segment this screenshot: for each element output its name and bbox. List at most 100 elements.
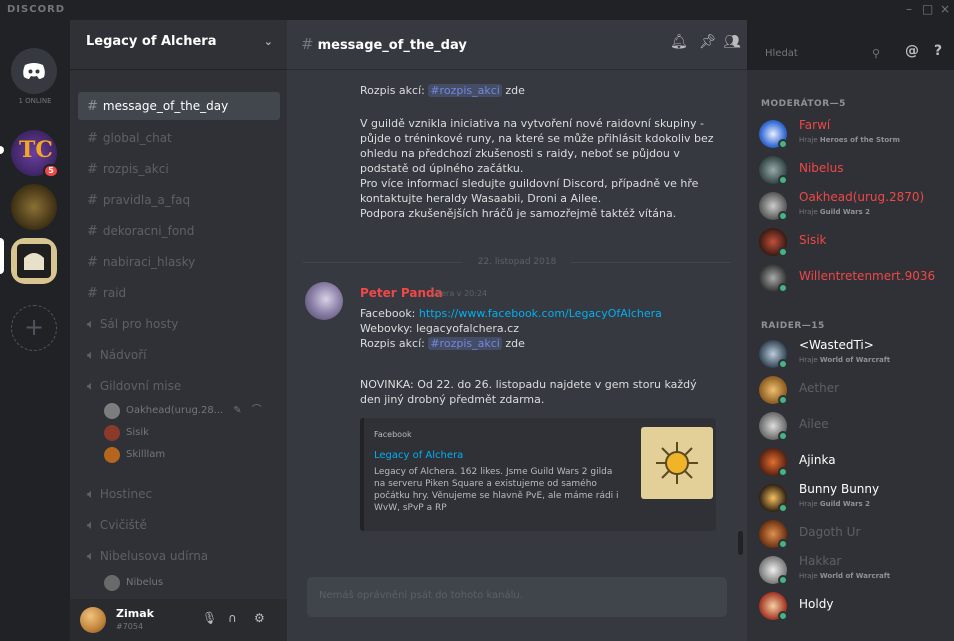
member-name: Ajinka <box>799 453 836 467</box>
channel-pravidla-a-faq[interactable]: # pravidla_a_faq <box>78 186 280 214</box>
channel-label: raid <box>102 286 127 300</box>
avatar <box>104 447 120 463</box>
embed-thumbnail[interactable] <box>641 427 713 499</box>
hash-icon: # <box>87 224 98 239</box>
message-body: Facebook: https://www.facebook.com/Legac… <box>360 306 662 351</box>
voice-channel-gildovni-mise[interactable]: 🔈︎ Gildovní mise <box>78 372 280 400</box>
server-gold-emblem[interactable] <box>11 184 57 230</box>
member-item[interactable]: Nibelus <box>759 152 949 188</box>
status-online-icon <box>778 395 788 405</box>
member-name: Bunny Bunny <box>799 482 880 496</box>
channel-title: message_of_the_day <box>317 38 467 53</box>
bell-icon[interactable]: 🔔︎ <box>670 34 688 50</box>
close-button[interactable]: × <box>940 2 950 16</box>
channel-mention[interactable]: #rozpis_akci <box>428 337 502 350</box>
chat-area: # message_of_the_day 🔔︎ 📌︎ 👥︎ Rozpis akcí… <box>287 20 747 641</box>
member-name: Hakkar <box>799 554 842 568</box>
member-item[interactable]: Willentretenmert.9036 <box>759 260 949 296</box>
member-item[interactable]: Ailee <box>759 408 949 444</box>
maximize-button[interactable]: □ <box>922 2 933 16</box>
status-online-icon <box>778 359 788 369</box>
headphones-icon[interactable]: ∩ <box>228 611 237 625</box>
avatar[interactable] <box>305 282 343 320</box>
gear-icon[interactable]: ⚙ <box>254 611 265 625</box>
member-item[interactable]: <WastedTi> Hraje World of Warcraft <box>759 336 949 372</box>
member-name: Ailee <box>799 417 829 431</box>
pin-icon[interactable]: 📌︎ <box>699 34 717 50</box>
channel-rozpis-akci[interactable]: # rozpis_akci <box>78 155 280 183</box>
member-item[interactable]: Holdy <box>759 588 949 624</box>
message-text: Pro více informací sledujte guildovní Di… <box>360 177 699 190</box>
microphone-icon[interactable]: 🎙︎ <box>202 611 217 625</box>
embed-title[interactable]: Legacy of Alchera <box>374 450 463 461</box>
message-input[interactable]: Nemáš oprávnění psát do tohoto kanálu. <box>307 577 727 617</box>
voice-channel-sal-pro-hosty[interactable]: 🔈︎ Sál pro hosty <box>78 310 280 338</box>
member-item[interactable]: Ajinka <box>759 444 949 480</box>
channel-label: Sál pro hosty <box>99 317 179 331</box>
role-header: MODERÁTOR—5 <box>761 99 846 109</box>
speaker-icon: 🔈︎ <box>87 348 95 363</box>
mention-badge: 5 <box>43 164 59 178</box>
hash-icon: # <box>87 193 98 208</box>
member-item[interactable]: Sisik <box>759 224 949 260</box>
member-item[interactable]: Hakkar Hraje World of Warcraft <box>759 552 949 588</box>
facebook-link[interactable]: https://www.facebook.com/LegacyOfAlchera <box>419 307 662 320</box>
voice-user[interactable]: Oakhead(urug.28... ✎ ⌒ <box>104 400 262 422</box>
members-icon[interactable]: 👥︎ <box>723 34 741 50</box>
member-item[interactable]: Bunny Bunny Hraje Guild Wars 2 <box>759 480 949 516</box>
activity-game: World of Warcraft <box>819 572 891 580</box>
member-activity: Hraje Guild Wars 2 <box>799 500 870 508</box>
server-legacy-of-alchera[interactable] <box>11 238 57 284</box>
help-icon[interactable]: ? <box>934 43 942 59</box>
member-item[interactable]: Oakhead(urug.2870) Hraje Guild Wars 2 <box>759 188 949 224</box>
status-online-icon <box>778 139 788 149</box>
member-activity: Hraje Guild Wars 2 <box>799 208 870 216</box>
avatar <box>104 403 120 419</box>
voice-user-name: Skilllam <box>126 449 166 460</box>
message-author[interactable]: Peter Panda <box>360 286 443 300</box>
channel-label: dekoracni_fond <box>102 224 195 238</box>
mentions-icon[interactable]: @ <box>905 43 919 59</box>
voice-channel-nibelusova-udirna[interactable]: 🔈︎ Nibelusova udírna <box>78 542 280 570</box>
channel-global-chat[interactable]: # global_chat <box>78 124 280 152</box>
voice-user[interactable]: Nibelus <box>104 572 163 594</box>
avatar[interactable] <box>80 607 106 633</box>
status-online-icon <box>778 211 788 221</box>
guild-header[interactable]: Legacy of Alchera ⌄ <box>70 20 287 70</box>
member-item[interactable]: Farwí Hraje Heroes of the Storm <box>759 116 949 152</box>
voice-user[interactable]: Sisik <box>104 422 149 444</box>
member-name: Sisik <box>799 233 827 247</box>
home-button[interactable] <box>11 48 57 94</box>
channel-message-of-the-day[interactable]: # message_of_the_day <box>78 92 280 120</box>
channel-label: pravidla_a_faq <box>102 193 191 207</box>
chevron-down-icon: ⌄ <box>263 35 273 48</box>
member-item[interactable]: Aether <box>759 372 949 408</box>
status-online-icon <box>778 467 788 477</box>
scrollbar-thumb[interactable] <box>738 531 743 555</box>
voice-channel-nadvori[interactable]: 🔈︎ Nádvoří <box>78 341 280 369</box>
voice-channel-hostinec[interactable]: 🔈︎ Hostinec <box>78 480 280 508</box>
voice-channel-cviciste[interactable]: 🔈︎ Cvičiště <box>78 511 280 539</box>
user-panel: Zimak #7054 🎙︎ ∩ ⚙ <box>70 599 287 641</box>
member-list: MODERÁTOR—5 Farwí Hraje Heroes of the St… <box>747 70 954 641</box>
member-name: Willentretenmert.9036 <box>799 269 936 283</box>
add-server-button[interactable]: + <box>11 305 57 351</box>
hash-icon: # <box>301 35 314 53</box>
search-placeholder: Hledat <box>765 48 798 59</box>
channel-dekoracni-fond[interactable]: # dekoracni_fond <box>78 217 280 245</box>
mic-muted-icon: ✎ <box>233 405 242 416</box>
server-tc[interactable]: TC 5 <box>11 130 59 178</box>
minimize-button[interactable]: – <box>906 2 912 16</box>
channel-raid[interactable]: # raid <box>78 279 280 307</box>
headphones-icon: ⌒ <box>251 405 262 416</box>
selected-indicator <box>0 238 4 274</box>
avatar <box>104 425 120 441</box>
online-count: 1 ONLINE <box>18 97 52 105</box>
member-name: Farwí <box>799 118 831 132</box>
search-input[interactable]: Hledat ⚲ <box>758 43 888 67</box>
channel-label: message_of_the_day <box>102 99 229 113</box>
channel-mention[interactable]: #rozpis_akci <box>428 84 502 97</box>
voice-user[interactable]: Skilllam <box>104 444 165 466</box>
member-item[interactable]: Dagoth Ur <box>759 516 949 552</box>
channel-nabiraci-hlasky[interactable]: # nabiraci_hlasky <box>78 248 280 276</box>
